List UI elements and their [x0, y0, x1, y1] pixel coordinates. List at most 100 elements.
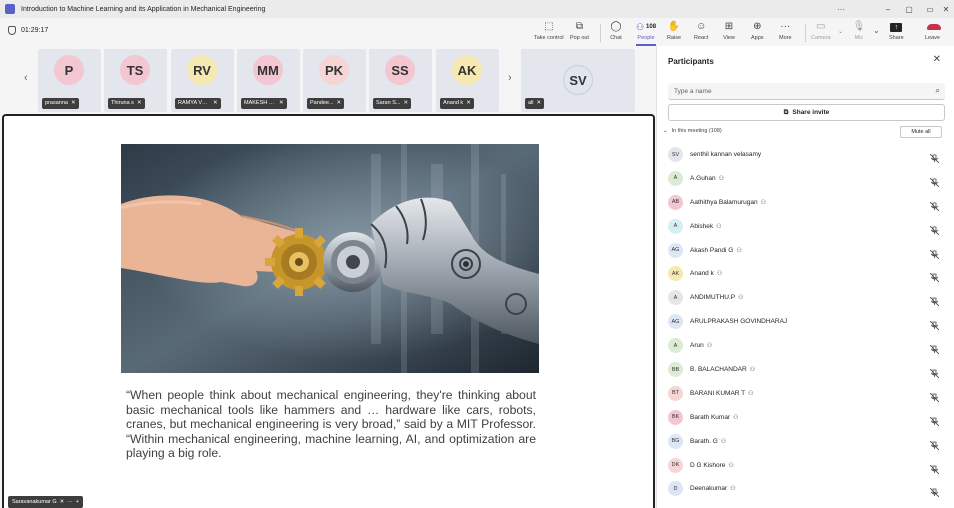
avatar: AK: [668, 266, 683, 282]
mic-off-icon: [929, 317, 940, 331]
people-button[interactable]: ⚇ 108 People: [634, 21, 658, 46]
participant-tile[interactable]: AK Anand k ✕: [436, 49, 499, 112]
participant-name: B. BALACHANDAR ⚇: [690, 366, 756, 374]
search-icon[interactable]: ⌕: [936, 86, 940, 96]
participant-name: Aathithya Balamurugan ⚇: [690, 198, 766, 206]
mute-all-button[interactable]: Mute all: [900, 126, 942, 138]
list-item[interactable]: BB B. BALACHANDAR ⚇: [657, 358, 954, 382]
mic-off-icon: [929, 174, 940, 188]
more-button[interactable]: ··· More: [779, 21, 792, 45]
list-item[interactable]: A Arun ⚇: [657, 334, 954, 358]
minimize-button[interactable]: –: [877, 0, 899, 18]
react-button[interactable]: ☺ React: [694, 21, 708, 45]
chevron-left-icon[interactable]: ‹: [24, 72, 28, 84]
external-user-icon: ⚇: [716, 223, 722, 230]
list-item[interactable]: AG Akash Pandi G ⚇: [657, 239, 954, 263]
leave-button[interactable]: Leave: [925, 21, 941, 45]
camera-button[interactable]: ▭ Camera: [811, 21, 831, 45]
leave-icon: [926, 21, 941, 33]
participant-tile[interactable]: TS Thiruna s ✕: [104, 49, 167, 112]
chat-button[interactable]: ◯ Chat: [610, 21, 622, 45]
mic-off-icon: [929, 484, 940, 498]
view-button[interactable]: ⊞ View: [723, 21, 735, 45]
list-item[interactable]: BT BARANI KUMAR T ⚇: [657, 382, 954, 406]
mic-off-icon: ✕: [70, 100, 76, 106]
avatar: MM: [253, 55, 283, 85]
avatar: SV: [563, 65, 593, 95]
participant-name: ARULPRAKASH GOVINDHARAJ: [690, 318, 788, 326]
timer-text: 01:29:17: [21, 27, 49, 34]
participant-name: Barath Kumar ⚇: [690, 413, 739, 421]
take-control-button[interactable]: ⬚ Take control: [534, 21, 564, 45]
mic-off-icon: [929, 246, 940, 259]
more-options-icon[interactable]: ···: [67, 496, 73, 508]
list-item[interactable]: D Deenakumar ⚇: [657, 477, 954, 501]
share-invite-button[interactable]: ⧉ Share invite: [668, 104, 945, 121]
raise-hand-icon: ✋: [667, 21, 681, 32]
mic-off-icon: ✕: [336, 100, 342, 106]
mic-off-icon: [929, 150, 940, 164]
list-item[interactable]: BK Barath Kumar ⚇: [657, 406, 954, 430]
raise-hand-button[interactable]: ✋ Raise: [667, 21, 681, 45]
close-window-button[interactable]: ✕: [935, 0, 954, 18]
mic-off-icon: ✕: [466, 100, 471, 106]
avatar: A: [668, 218, 683, 234]
external-user-icon: ⚇: [760, 199, 766, 206]
mic-button[interactable]: 🎙 Mic: [853, 21, 866, 45]
close-icon[interactable]: ✕: [933, 54, 941, 65]
presenter-label: Saravanakumar G ✕ ··· +: [8, 496, 83, 508]
list-item[interactable]: AG ARULPRAKASH GOVINDHARAJ: [657, 310, 954, 334]
avatar: P: [54, 55, 84, 85]
take-control-icon: ⬚: [544, 21, 554, 32]
avatar: A: [668, 338, 683, 354]
meeting-timer: 01:29:17: [8, 26, 48, 35]
participant-name: senthil kannan velasamy: [690, 151, 762, 158]
mic-off-icon: [929, 365, 940, 379]
list-item[interactable]: A ANDIMUTHU.P ⚇: [657, 286, 954, 310]
pin-icon[interactable]: +: [76, 496, 79, 508]
apps-icon: ⊕: [753, 21, 762, 32]
external-user-icon: ⚇: [718, 175, 725, 182]
tile-name-label: Saran S... ✕: [373, 98, 412, 109]
list-item[interactable]: A A.Guhan ⚇: [657, 167, 954, 191]
mic-off-icon: [929, 389, 940, 403]
participant-tile[interactable]: SS Saran S... ✕: [369, 49, 432, 112]
participant-tile[interactable]: RV RAMYA VE... ✕: [171, 49, 234, 112]
mic-off-icon: [929, 269, 940, 283]
mic-off-icon: [929, 293, 940, 307]
pop-out-button[interactable]: ⧉ Pop out: [570, 21, 589, 45]
participant-name: Abishek ⚇: [690, 222, 722, 230]
meeting-toolbar: 01:29:17 ⬚ Take control ⧉ Pop out ◯ Chat…: [0, 18, 954, 46]
avatar: BT: [668, 385, 683, 401]
panel-title: Participants: [668, 57, 714, 66]
in-meeting-section-toggle[interactable]: ⌄ In this meeting (108): [663, 128, 722, 134]
participant-tile[interactable]: P prasanna ✕: [38, 49, 101, 112]
list-item[interactable]: BG Barath. G ⚇: [657, 430, 954, 454]
participant-list: SV senthil kannan velasamy A A.Guhan ⚇ AB Aa…: [657, 143, 954, 501]
share-button[interactable]: ↑ Share: [889, 21, 904, 45]
list-item[interactable]: DK D G Kishore ⚇: [657, 454, 954, 478]
tile-name-label: Pandee... ✕: [307, 98, 345, 109]
avatar: A: [668, 290, 683, 306]
search-input[interactable]: [668, 83, 945, 100]
list-item[interactable]: A Abishek ⚇: [657, 215, 954, 239]
slide-quote-text: “When people think about mechanical engi…: [126, 388, 536, 460]
list-item[interactable]: AK Anand k ⚇: [657, 262, 954, 286]
apps-button[interactable]: ⊕ Apps: [751, 21, 764, 45]
mic-off-icon: [929, 413, 940, 427]
list-item[interactable]: SV senthil kannan velasamy: [657, 143, 954, 167]
participant-tile[interactable]: MM MAKESH M... ✕: [237, 49, 300, 112]
participant-tile[interactable]: PK Pandee... ✕: [303, 49, 366, 112]
chevron-right-icon[interactable]: ›: [508, 72, 512, 84]
share-icon: ↑: [890, 21, 903, 33]
more-options-icon[interactable]: ···: [830, 0, 852, 18]
external-user-icon: ⚇: [728, 462, 734, 469]
maximize-button[interactable]: ▢: [898, 0, 920, 18]
video-strip: ‹ P prasanna ✕ TS Thiruna s ✕ RV RAMYA VE.…: [0, 46, 656, 112]
participant-tile-large[interactable]: SV all ✕: [521, 49, 635, 112]
tile-name-label: all ✕: [525, 98, 545, 109]
people-icon: ⚇ 108: [635, 22, 657, 32]
avatar: AB: [668, 194, 683, 210]
participant-name: D G Kishore ⚇: [690, 461, 734, 469]
list-item[interactable]: AB Aathithya Balamurugan ⚇: [657, 191, 954, 215]
